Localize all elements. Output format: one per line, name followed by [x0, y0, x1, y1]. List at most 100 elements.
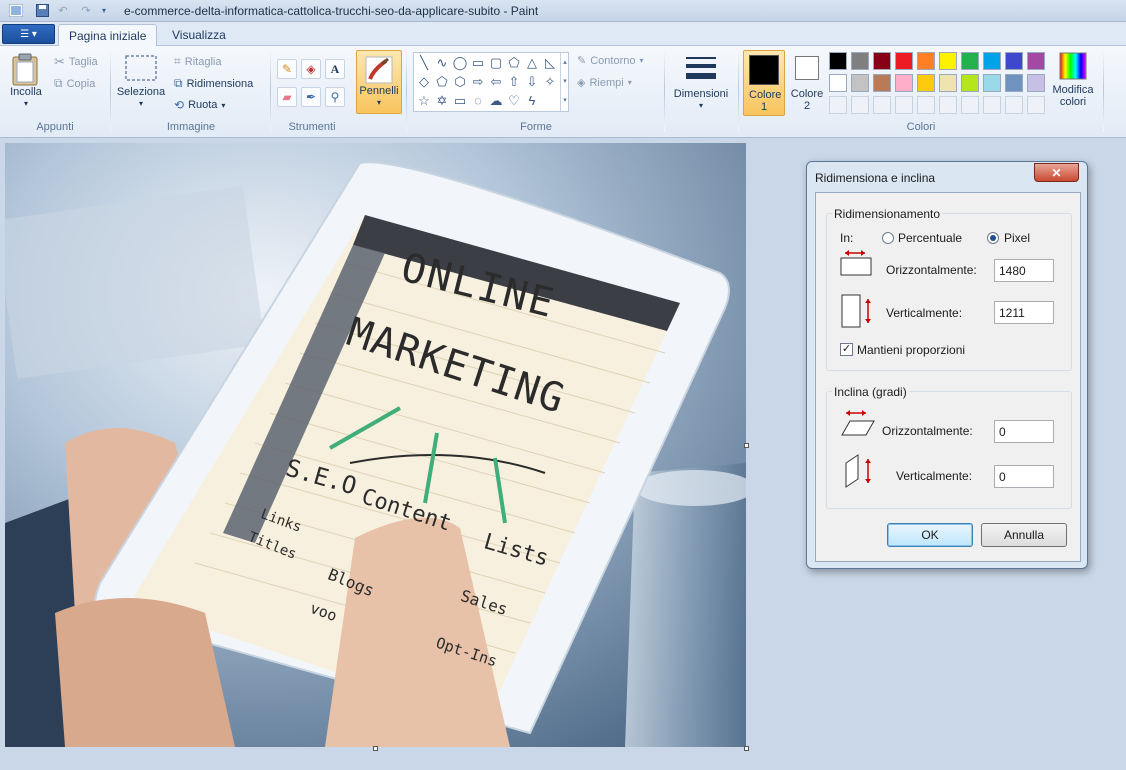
- custom-color-slot[interactable]: [961, 96, 979, 114]
- quick-access-dropdown-icon[interactable]: ▾: [96, 3, 112, 18]
- five-point-star-shape-icon[interactable]: ☆: [416, 93, 432, 109]
- curve-shape-icon[interactable]: ∿: [434, 55, 450, 71]
- color-picker-icon[interactable]: ✒: [301, 87, 321, 107]
- cut-button[interactable]: ✂ Taglia: [54, 54, 98, 70]
- pentagon-shape-icon[interactable]: ⬠: [434, 74, 450, 90]
- canvas-image[interactable]: ONLINE MARKETING S.E.O Content Lists Lin…: [5, 143, 746, 747]
- save-icon[interactable]: [34, 3, 50, 18]
- palette-swatch[interactable]: [895, 74, 913, 92]
- palette-swatch[interactable]: [983, 52, 1001, 70]
- fill-button[interactable]: ◈ Riempi ▾: [577, 76, 632, 90]
- six-point-star-shape-icon[interactable]: ✡: [434, 93, 450, 109]
- resize-section-label: Ridimensionamento: [832, 207, 943, 221]
- keep-ratio-checkbox[interactable]: ✓: [840, 343, 853, 356]
- dialog-close-button[interactable]: ✕: [1034, 163, 1079, 182]
- polygon-shape-icon[interactable]: ⬠: [506, 55, 522, 71]
- arrow-left-shape-icon[interactable]: ⇦: [488, 74, 504, 90]
- rotate-button[interactable]: ⟲ Ruota ▾: [174, 98, 225, 112]
- palette-swatch[interactable]: [873, 74, 891, 92]
- rectangle-shape-icon[interactable]: ▭: [470, 55, 486, 71]
- heart-shape-icon[interactable]: ♡: [506, 93, 522, 109]
- edit-colors-button[interactable]: Modifica colori: [1046, 52, 1100, 108]
- right-triangle-shape-icon[interactable]: ◺: [542, 55, 558, 71]
- tab-home[interactable]: Pagina iniziale: [58, 24, 158, 47]
- ok-button[interactable]: OK: [887, 523, 973, 547]
- palette-swatch[interactable]: [895, 52, 913, 70]
- brushes-button[interactable]: Pennelli ▾: [356, 50, 402, 114]
- paste-button[interactable]: Incolla ▾: [6, 52, 46, 110]
- resize-vertical-label: Verticalmente:: [886, 306, 963, 320]
- custom-color-slot[interactable]: [1005, 96, 1023, 114]
- select-button[interactable]: Seleziona ▾: [115, 54, 167, 110]
- palette-swatch[interactable]: [829, 74, 847, 92]
- diamond-shape-icon[interactable]: ◇: [416, 74, 432, 90]
- palette-swatch[interactable]: [961, 52, 979, 70]
- resize-button[interactable]: ⧉ Ridimensiona: [174, 76, 253, 91]
- hexagon-shape-icon[interactable]: ⬡: [452, 74, 468, 90]
- undo-icon[interactable]: ↶: [55, 3, 71, 18]
- palette-swatch[interactable]: [1005, 52, 1023, 70]
- fill-bucket-icon[interactable]: ◈: [301, 59, 321, 79]
- line-shape-icon[interactable]: ╲: [416, 55, 432, 71]
- cloud-callout-shape-icon[interactable]: ☁: [488, 93, 504, 109]
- palette-swatch[interactable]: [1027, 52, 1045, 70]
- resize-horizontal-input[interactable]: [994, 259, 1054, 282]
- palette-swatch[interactable]: [939, 74, 957, 92]
- arrow-down-shape-icon[interactable]: ⇩: [524, 74, 540, 90]
- oval-callout-shape-icon[interactable]: ◌: [470, 93, 486, 109]
- custom-color-slot[interactable]: [829, 96, 847, 114]
- palette-swatch[interactable]: [1027, 74, 1045, 92]
- magnifier-icon[interactable]: ⚲: [325, 87, 345, 107]
- pencil-icon[interactable]: ✎: [277, 59, 297, 79]
- resize-handle-right[interactable]: [744, 443, 749, 448]
- custom-color-slot[interactable]: [1027, 96, 1045, 114]
- palette-swatch[interactable]: [939, 52, 957, 70]
- resize-handle-bottom[interactable]: [373, 746, 378, 751]
- skew-vertical-input[interactable]: [994, 465, 1054, 488]
- rounded-rectangle-shape-icon[interactable]: ▢: [488, 55, 504, 71]
- color-spectrum-icon: [1059, 52, 1087, 80]
- custom-color-slot[interactable]: [983, 96, 1001, 114]
- file-menu-button[interactable]: ☰ ▾: [2, 24, 55, 44]
- lightning-shape-icon[interactable]: ϟ: [524, 93, 540, 109]
- palette-swatch[interactable]: [961, 74, 979, 92]
- color2-button[interactable]: Colore 2: [788, 50, 826, 116]
- palette-swatch[interactable]: [829, 52, 847, 70]
- colors-group-label: Colori: [906, 121, 936, 133]
- text-tool-icon[interactable]: A: [325, 59, 345, 79]
- tab-view[interactable]: Visualizza: [162, 24, 236, 46]
- redo-icon[interactable]: ↷: [78, 3, 94, 18]
- palette-swatch[interactable]: [983, 74, 1001, 92]
- custom-color-slot[interactable]: [939, 96, 957, 114]
- scissors-icon: ✂: [54, 54, 65, 69]
- custom-color-slot[interactable]: [917, 96, 935, 114]
- palette-swatch[interactable]: [851, 52, 869, 70]
- crop-button[interactable]: ⌗ Ritaglia: [174, 54, 221, 69]
- custom-color-slot[interactable]: [895, 96, 913, 114]
- cancel-button[interactable]: Annulla: [981, 523, 1067, 547]
- palette-swatch[interactable]: [873, 52, 891, 70]
- color1-button[interactable]: Colore 1: [743, 50, 785, 116]
- size-button[interactable]: Dimensioni ▾: [670, 54, 732, 112]
- palette-swatch[interactable]: [917, 52, 935, 70]
- palette-swatch[interactable]: [917, 74, 935, 92]
- shapes-scroll[interactable]: ▴ ▾ ▾: [560, 53, 569, 111]
- eraser-icon[interactable]: ▰: [277, 87, 297, 107]
- arrow-right-shape-icon[interactable]: ⇨: [470, 74, 486, 90]
- four-point-star-shape-icon[interactable]: ✧: [542, 74, 558, 90]
- custom-color-slot[interactable]: [873, 96, 891, 114]
- resize-vertical-input[interactable]: [994, 301, 1054, 324]
- rounded-callout-shape-icon[interactable]: ▭: [452, 93, 468, 109]
- outline-button[interactable]: ✎ Contorno ▾: [577, 54, 644, 68]
- palette-swatch[interactable]: [1005, 74, 1023, 92]
- arrow-up-shape-icon[interactable]: ⇧: [506, 74, 522, 90]
- custom-color-slot[interactable]: [851, 96, 869, 114]
- oval-shape-icon[interactable]: ◯: [452, 55, 468, 71]
- triangle-shape-icon[interactable]: △: [524, 55, 540, 71]
- pixel-radio[interactable]: [987, 232, 999, 244]
- copy-button[interactable]: ⧉ Copia: [54, 76, 95, 91]
- skew-horizontal-input[interactable]: [994, 420, 1054, 443]
- resize-handle-corner[interactable]: [744, 746, 749, 751]
- percent-radio[interactable]: [882, 232, 894, 244]
- palette-swatch[interactable]: [851, 74, 869, 92]
